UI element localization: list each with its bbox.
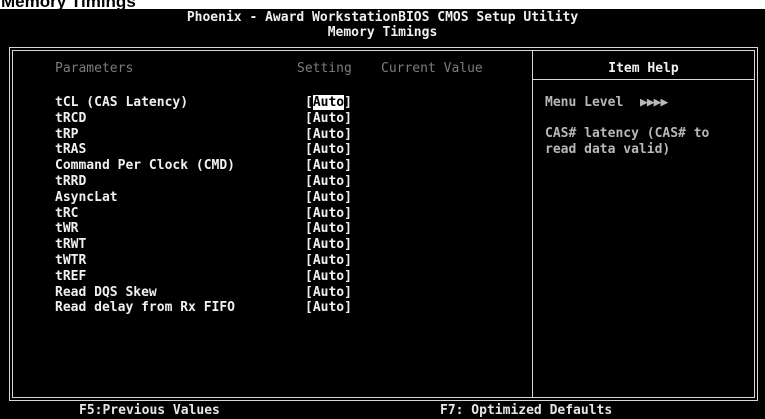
footer-hint-f5: F5:Previous Values — [79, 403, 220, 418]
setting-label: tRC — [55, 205, 79, 221]
setting-label: tRWT — [55, 237, 87, 253]
setting-label: tREF — [55, 268, 87, 284]
setting-row-tcl[interactable]: tCL (CAS Latency) [Auto] — [55, 95, 525, 111]
bios-screen: Phoenix - Award WorkstationBIOS CMOS Set… — [0, 9, 765, 419]
help-header-divider — [533, 79, 754, 80]
setting-label: tRAS — [55, 142, 87, 158]
setting-label: AsyncLat — [55, 189, 118, 205]
setting-value[interactable]: [Auto] — [305, 285, 352, 301]
panel-divider — [532, 50, 533, 398]
setting-label: tRRD — [55, 173, 87, 189]
menu-level-label: Menu Level — [545, 95, 624, 110]
setting-label: Read delay from Rx FIFO — [55, 300, 236, 316]
setting-value[interactable]: [Auto] — [305, 253, 352, 269]
help-description-line-2: read data valid) — [545, 142, 671, 157]
setting-row-trwt[interactable]: tRWT [Auto] — [55, 237, 525, 253]
setting-row-read-delay-rx-fifo[interactable]: Read delay from Rx FIFO [Auto] — [55, 300, 525, 316]
setting-row-twtr[interactable]: tWTR [Auto] — [55, 253, 525, 269]
footer-hint-f7: F7: Optimized Defaults — [440, 403, 613, 418]
help-description-line-1: CAS# latency (CAS# to — [545, 126, 710, 141]
setting-row-command-per-clock[interactable]: Command Per Clock (CMD) [Auto] — [55, 158, 525, 174]
setting-value[interactable]: [Auto] — [305, 95, 352, 111]
setting-value[interactable]: [Auto] — [305, 206, 352, 222]
column-header-parameters: Parameters — [55, 61, 134, 76]
setting-row-tref[interactable]: tREF [Auto] — [55, 269, 525, 285]
setting-label: tRP — [55, 126, 79, 142]
item-help-title: Item Help — [608, 61, 679, 76]
setting-row-trcd[interactable]: tRCD [Auto] — [55, 111, 525, 127]
setting-value[interactable]: [Auto] — [305, 142, 352, 158]
parameter-list: tCL (CAS Latency) [Auto] tRCD [Auto] tRP… — [55, 95, 525, 316]
column-header-current-value: Current Value — [381, 61, 483, 76]
setting-value[interactable]: [Auto] — [305, 158, 352, 174]
menu-level-arrows-icon: ▶▶▶▶ — [640, 95, 668, 110]
column-header-setting: Setting — [297, 61, 352, 76]
setting-label: tCL (CAS Latency) — [55, 95, 189, 110]
page-subtitle: Memory Timings — [327, 25, 438, 40]
setting-value[interactable]: [Auto] — [305, 237, 352, 253]
setting-label: tWTR — [55, 252, 87, 268]
setting-row-read-dqs-skew[interactable]: Read DQS Skew [Auto] — [55, 285, 525, 301]
selected-value-highlight[interactable]: Auto — [312, 95, 345, 110]
menu-level: Menu Level ▶▶▶▶ — [545, 95, 750, 111]
bracket-open: [ — [305, 95, 313, 110]
setting-label: Command Per Clock (CMD) — [55, 158, 236, 174]
setting-value[interactable]: [Auto] — [305, 269, 352, 285]
bracket-close: ] — [344, 95, 352, 110]
setting-row-tras[interactable]: tRAS [Auto] — [55, 142, 525, 158]
setting-label: Read DQS Skew — [55, 284, 157, 300]
setting-row-twr[interactable]: tWR [Auto] — [55, 221, 525, 237]
setting-value[interactable]: [Auto] — [305, 127, 352, 143]
setting-value[interactable]: [Auto] — [305, 300, 352, 316]
setting-value[interactable]: [Auto] — [305, 111, 352, 127]
title-bar: Phoenix - Award WorkstationBIOS CMOS Set… — [0, 9, 765, 43]
screenshot: Memory Timings Phoenix - Award Workstati… — [0, 0, 765, 419]
setting-row-trp[interactable]: tRP [Auto] — [55, 127, 525, 143]
setting-value[interactable]: [Auto] — [305, 174, 352, 190]
setting-label: tRCD — [55, 110, 87, 126]
bios-title: Phoenix - Award WorkstationBIOS CMOS Set… — [186, 10, 579, 25]
item-help-panel: Menu Level ▶▶▶▶ CAS# latency (CAS# to re… — [545, 95, 750, 158]
setting-row-trrd[interactable]: tRRD [Auto] — [55, 174, 525, 190]
setting-label: tWR — [55, 221, 79, 237]
setting-row-trc[interactable]: tRC [Auto] — [55, 206, 525, 222]
setting-row-asynclat[interactable]: AsyncLat [Auto] — [55, 190, 525, 206]
setting-value[interactable]: [Auto] — [305, 221, 352, 237]
setting-value[interactable]: [Auto] — [305, 190, 352, 206]
